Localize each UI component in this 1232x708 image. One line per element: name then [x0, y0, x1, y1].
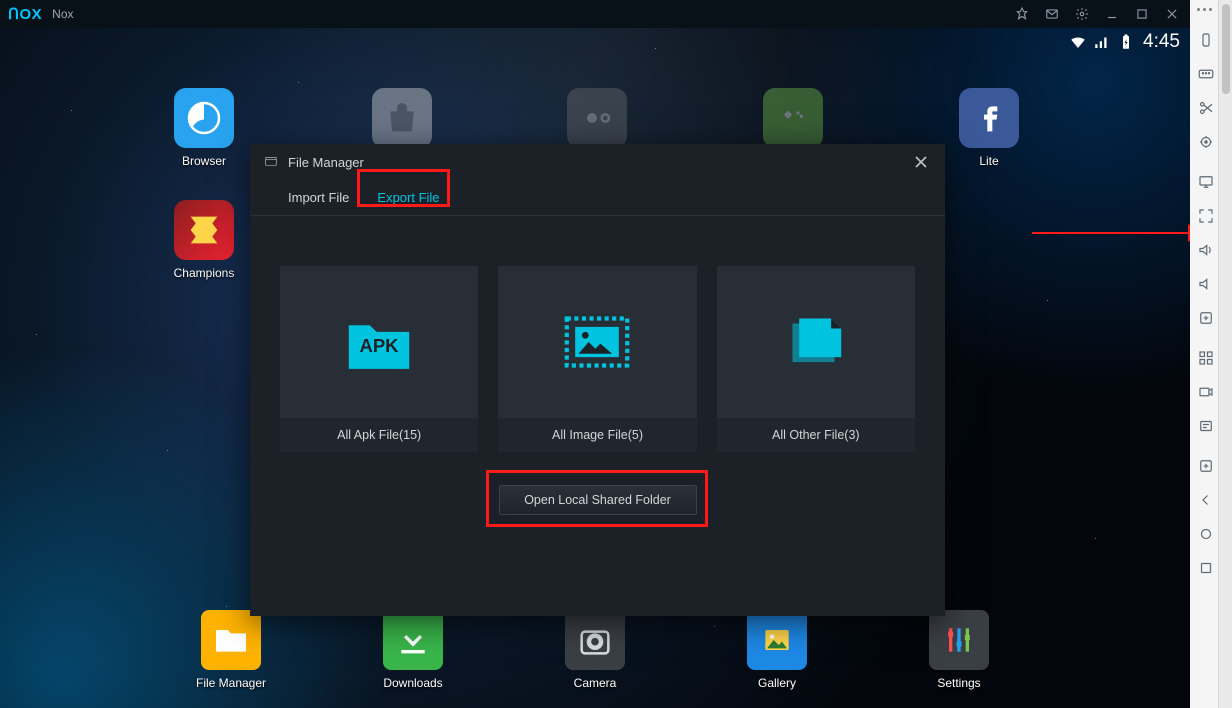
image-icon	[498, 266, 696, 418]
dialog-title: File Manager	[288, 155, 364, 170]
window-icon	[264, 155, 278, 169]
volume-up-icon[interactable]	[1192, 236, 1220, 264]
desktop-icon-lite[interactable]: Lite	[949, 88, 1029, 168]
svg-text:APK: APK	[360, 335, 400, 356]
logo: ՈOX	[8, 5, 42, 23]
scrollbar[interactable]	[1218, 0, 1232, 708]
desktop-icon-browser[interactable]: Browser	[164, 88, 244, 168]
battery-icon	[1117, 33, 1135, 51]
dialog-header: File Manager	[250, 144, 945, 180]
apk-install-icon[interactable]	[1192, 304, 1220, 332]
dock: File Manager Downloads Camera Gallery Se…	[0, 610, 1190, 690]
maximize-icon[interactable]	[1132, 4, 1152, 24]
titlebar: ՈOX Nox	[0, 0, 1190, 28]
dock-icon-camera[interactable]: Camera	[555, 610, 635, 690]
more-icon[interactable]	[1197, 8, 1212, 11]
gear-icon[interactable]	[1072, 4, 1092, 24]
mail-icon[interactable]	[1042, 4, 1062, 24]
macro-icon[interactable]	[1192, 412, 1220, 440]
clock: 4:45	[1143, 31, 1180, 53]
export-cards: APK All Apk File(15) All Image File(5) A…	[250, 216, 945, 452]
desktop-icon-champions[interactable]: Champions	[164, 200, 244, 280]
close-icon[interactable]	[1162, 4, 1182, 24]
dock-icon-filemanager[interactable]: File Manager	[191, 610, 271, 690]
fullscreen-icon[interactable]	[1192, 202, 1220, 230]
dialog-close-icon[interactable]	[911, 152, 931, 172]
pin-icon[interactable]	[1012, 4, 1032, 24]
file-icon	[717, 266, 915, 418]
file-manager-dialog: File Manager Import File Export File APK…	[250, 144, 945, 616]
android-viewport: 4:45 Browser Lite Champions File	[0, 28, 1190, 708]
card-image-label: All Image File(5)	[498, 418, 696, 452]
card-apk[interactable]: APK All Apk File(15)	[280, 266, 478, 452]
open-shared-folder-button[interactable]: Open Local Shared Folder	[499, 485, 697, 515]
multi-instance-icon[interactable]	[1192, 344, 1220, 372]
status-bar: 4:45	[0, 28, 1190, 56]
record-icon[interactable]	[1192, 378, 1220, 406]
signal-icon	[1093, 33, 1111, 51]
tab-import[interactable]: Import File	[274, 180, 363, 215]
apk-icon: APK	[280, 266, 478, 418]
wifi-icon	[1069, 33, 1087, 51]
dock-icon-settings[interactable]: Settings	[919, 610, 999, 690]
home-icon[interactable]	[1192, 520, 1220, 548]
keyboard-icon[interactable]	[1192, 60, 1220, 88]
dock-icon-downloads[interactable]: Downloads	[373, 610, 453, 690]
recents-icon[interactable]	[1192, 554, 1220, 582]
volume-down-icon[interactable]	[1192, 270, 1220, 298]
card-apk-label: All Apk File(15)	[280, 418, 478, 452]
card-other[interactable]: All Other File(3)	[717, 266, 915, 452]
my-computer-icon[interactable]	[1192, 168, 1220, 196]
location-icon[interactable]	[1192, 128, 1220, 156]
back-icon[interactable]	[1192, 486, 1220, 514]
dock-icon-gallery[interactable]: Gallery	[737, 610, 817, 690]
shake-icon[interactable]	[1192, 26, 1220, 54]
minimize-icon[interactable]	[1102, 4, 1122, 24]
scissors-icon[interactable]	[1192, 94, 1220, 122]
dialog-tabs: Import File Export File	[250, 180, 945, 216]
emulator-sidebar	[1190, 0, 1232, 708]
app-name: Nox	[52, 7, 73, 21]
tab-export[interactable]: Export File	[363, 180, 453, 215]
card-other-label: All Other File(3)	[717, 418, 915, 452]
add-icon[interactable]	[1192, 452, 1220, 480]
card-image[interactable]: All Image File(5)	[498, 266, 696, 452]
